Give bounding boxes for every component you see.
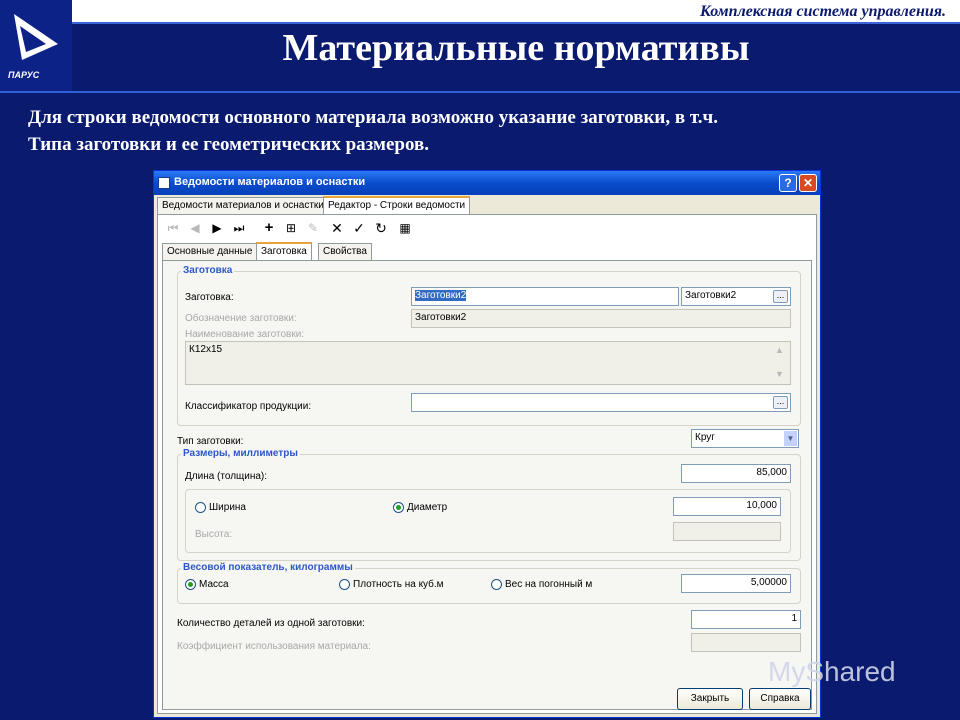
tab-properties[interactable]: Свойства: [318, 243, 372, 260]
help-button[interactable]: Справка: [749, 688, 811, 710]
parts-count-field[interactable]: 1: [691, 610, 801, 629]
logo-text: ПАРУС: [8, 70, 40, 80]
scroll-up-icon: ▲: [775, 345, 784, 355]
length-label: Длина (толщина):: [185, 471, 268, 482]
edit-icon[interactable]: ✎: [304, 220, 322, 236]
blank-tab-panel: Заготовка Заготовка: Заготовки2 Заготовк…: [162, 260, 812, 710]
weight-field[interactable]: 5,00000: [681, 574, 791, 593]
mass-label: Масса: [199, 579, 229, 590]
slide-description: Для строки ведомости основного материала…: [28, 104, 948, 158]
blank-group-title: Заготовка: [181, 265, 235, 276]
chevron-down-icon[interactable]: ▼: [784, 431, 797, 446]
title-bar[interactable]: Ведомости материалов и оснастки ? ✕: [154, 171, 820, 195]
parts-count-label: Количество деталей из одной заготовки:: [177, 618, 365, 629]
diameter-field[interactable]: 10,000: [673, 497, 781, 516]
toolbar: ⏮ ◀ ▶ ⏭ + ⊞ ✎ ✕ ✓ ↻ ▦: [160, 217, 810, 239]
linear-weight-label: Вес на погонный м: [505, 579, 593, 590]
blank-type-select[interactable]: Круг: [691, 429, 799, 448]
height-field: [673, 522, 781, 541]
next-record-icon[interactable]: ▶: [208, 220, 226, 236]
designation-field: Заготовки2: [411, 309, 791, 328]
description-line-2: Типа заготовки и ее геометрических разме…: [28, 134, 429, 155]
editor-panel: ⏮ ◀ ▶ ⏭ + ⊞ ✎ ✕ ✓ ↻ ▦ Основные данные За…: [157, 214, 817, 714]
slide-divider: [0, 91, 960, 93]
apply-icon[interactable]: ✓: [350, 220, 368, 236]
slide-title: Материальные нормативы: [282, 27, 750, 69]
tab-editor-rows[interactable]: Редактор - Строки ведомости: [323, 196, 471, 214]
classifier-label: Классификатор продукции:: [185, 401, 312, 412]
width-label: Ширина: [209, 502, 246, 513]
prev-record-icon[interactable]: ◀: [186, 220, 204, 236]
classifier-field[interactable]: [411, 393, 791, 412]
material-coef-field: [691, 633, 801, 652]
diameter-label: Диаметр: [407, 502, 448, 513]
mass-radio[interactable]: [185, 579, 196, 590]
header-text: Комплексная система управления.: [699, 3, 946, 20]
refresh-icon[interactable]: ↻: [372, 220, 390, 236]
linear-weight-radio[interactable]: [491, 579, 502, 590]
close-button[interactable]: Закрыть: [677, 688, 743, 710]
header-divider: [72, 22, 960, 24]
watermark: MyShared: [768, 656, 896, 687]
sizes-group-title: Размеры, миллиметры: [181, 448, 300, 459]
window-icon: [158, 177, 170, 189]
tab-statements[interactable]: Ведомости материалов и оснастки: [157, 197, 329, 214]
help-title-button[interactable]: ?: [779, 174, 797, 192]
logo-sail-icon: ПАРУС: [8, 14, 58, 80]
add-icon[interactable]: +: [260, 220, 278, 236]
weight-group-title: Весовой показатель, килограммы: [181, 562, 355, 573]
first-record-icon[interactable]: ⏮: [164, 220, 182, 236]
add-copy-icon[interactable]: ⊞: [282, 220, 300, 236]
length-field[interactable]: 85,000: [681, 464, 791, 483]
blank-field[interactable]: Заготовки2: [411, 287, 679, 306]
name-field: К12х15: [185, 341, 791, 385]
blank-lookup-button[interactable]: ...: [773, 290, 788, 303]
density-label: Плотность на куб.м: [353, 579, 444, 590]
table-icon[interactable]: ▦: [396, 220, 414, 236]
name-label: Наименование заготовки:: [185, 329, 305, 340]
last-record-icon[interactable]: ⏭: [230, 220, 248, 236]
tab-blank[interactable]: Заготовка: [256, 242, 312, 260]
description-line-1: Для строки ведомости основного материала…: [28, 107, 719, 128]
blank-label: Заготовка:: [185, 292, 234, 303]
height-label: Высота:: [195, 529, 233, 540]
delete-icon[interactable]: ✕: [328, 220, 346, 236]
close-title-button[interactable]: ✕: [799, 174, 817, 192]
width-radio[interactable]: [195, 502, 206, 513]
header-bar: Комплексная система управления.: [72, 0, 960, 22]
window-title: Ведомости материалов и оснастки: [174, 176, 366, 188]
diameter-radio[interactable]: [393, 502, 404, 513]
material-coef-label: Коэффициент использования материала:: [177, 641, 371, 652]
app-window: Ведомости материалов и оснастки ? ✕ Ведо…: [153, 170, 821, 718]
density-radio[interactable]: [339, 579, 350, 590]
classifier-lookup-button[interactable]: ...: [773, 396, 788, 409]
scroll-down-icon: ▼: [775, 369, 784, 379]
logo: ПАРУС: [0, 0, 72, 92]
blank-type-label: Тип заготовки:: [177, 436, 244, 447]
designation-label: Обозначение заготовки:: [185, 313, 297, 324]
tab-main-data[interactable]: Основные данные: [162, 243, 258, 260]
